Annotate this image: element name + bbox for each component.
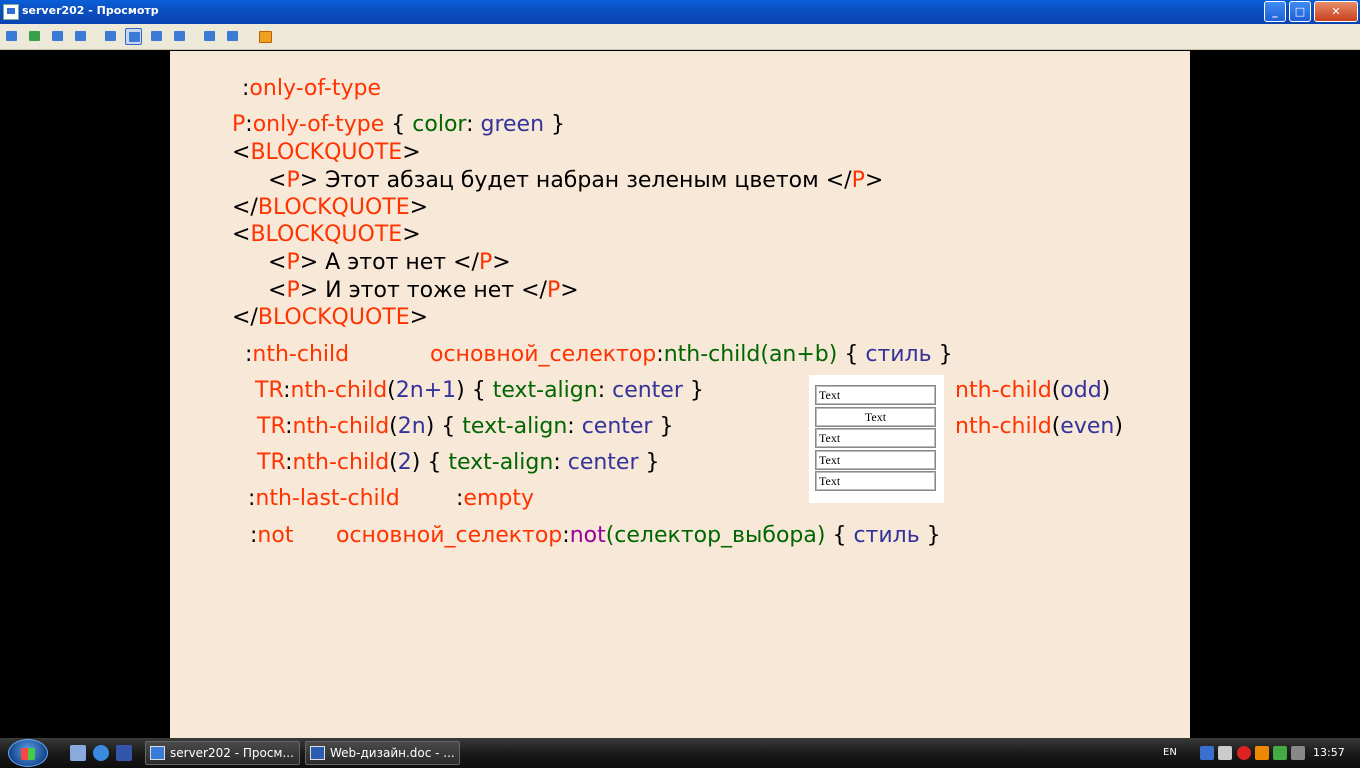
code-line-6: <P> А этот нет </P> [268, 250, 511, 275]
table-row: Text [815, 385, 936, 405]
phone-icon[interactable] [49, 28, 66, 45]
screen-icon[interactable] [3, 28, 20, 45]
slide: :only-of-type P:only-of-type { color: gr… [170, 51, 1190, 738]
heading-not: :not [250, 523, 294, 548]
code-line-8: </BLOCKQUOTE> [232, 305, 429, 330]
close-button[interactable]: ✕ [1314, 1, 1358, 22]
table-row: Text [815, 450, 936, 470]
transfer-icon[interactable] [26, 28, 43, 45]
taskbar-item-server202[interactable]: server202 - Просм... [145, 741, 300, 765]
antivirus-icon[interactable] [1237, 746, 1251, 760]
word-icon [310, 746, 325, 760]
copy-icon[interactable] [201, 28, 218, 45]
network-icon[interactable] [1200, 746, 1214, 760]
tools-icon[interactable] [224, 28, 241, 45]
zoom-icon[interactable] [171, 28, 188, 45]
browser-icon[interactable] [93, 745, 109, 761]
minimize-button[interactable]: _ [1264, 1, 1286, 22]
clock[interactable]: 13:57 [1313, 746, 1345, 759]
heading-empty: :empty [456, 486, 534, 511]
label-odd: nth-child(odd) [955, 378, 1111, 403]
taskbar: server202 - Просм... Web-дизайн.doc - ..… [0, 738, 1360, 768]
code-line-3: <P> Этот абзац будет набран зеленым цвет… [268, 168, 884, 193]
toolbar [0, 24, 1360, 50]
language-indicator[interactable]: EN [1163, 747, 1177, 758]
table-row: Text [815, 428, 936, 448]
code-line-7: <P> И этот тоже нет </P> [268, 278, 579, 303]
code-line-2: <BLOCKQUOTE> [232, 140, 421, 165]
table-row: Text [815, 407, 936, 427]
remote-app-icon [150, 746, 165, 760]
example-2n-plus-1: TR:nth-child(2n+1) { text-align: center … [255, 378, 704, 403]
title-bar: server202 - Просмотр _ □ ✕ [0, 0, 1360, 24]
app-icon [3, 4, 19, 20]
volume-icon[interactable] [1218, 746, 1232, 760]
table-row: Text [815, 471, 936, 491]
nth-child-syntax: основной_селектор:nth-child(an+b) { стил… [430, 342, 953, 367]
tray-app-icon[interactable] [1291, 746, 1305, 760]
not-syntax: основной_селектор:not(селектор_выбора) {… [336, 523, 941, 548]
heading-nth-child: :nth-child [245, 342, 350, 367]
label-even: nth-child(even) [955, 414, 1123, 439]
demo-table: Text Text Text Text Text [809, 375, 944, 503]
remote-screen[interactable]: :only-of-type P:only-of-type { color: gr… [0, 51, 1360, 738]
code-line-1: P:only-of-type { color: green } [232, 112, 566, 137]
close-connection-icon[interactable] [256, 28, 273, 45]
window-title: server202 - Просмотр [22, 4, 159, 17]
show-desktop-icon[interactable] [70, 745, 86, 761]
maximize-button[interactable]: □ [1289, 1, 1311, 22]
media-icon[interactable] [116, 745, 132, 761]
taskbar-item-word-doc[interactable]: Web-дизайн.doc - ... [305, 741, 460, 765]
update-icon[interactable] [1273, 746, 1287, 760]
heading-only-of-type: :only-of-type [242, 76, 382, 101]
code-line-5: <BLOCKQUOTE> [232, 222, 421, 247]
fullscreen-icon[interactable] [148, 28, 165, 45]
security-icon[interactable] [1255, 746, 1269, 760]
code-line-4: </BLOCKQUOTE> [232, 195, 429, 220]
chat-icon[interactable] [72, 28, 89, 45]
window-icon[interactable] [102, 28, 119, 45]
start-button[interactable] [8, 739, 48, 767]
example-2n: TR:nth-child(2n) { text-align: center } [257, 414, 674, 439]
heading-nth-last-child: :nth-last-child [248, 486, 400, 511]
fit-icon[interactable] [125, 28, 142, 45]
example-2: TR:nth-child(2) { text-align: center } [257, 450, 660, 475]
